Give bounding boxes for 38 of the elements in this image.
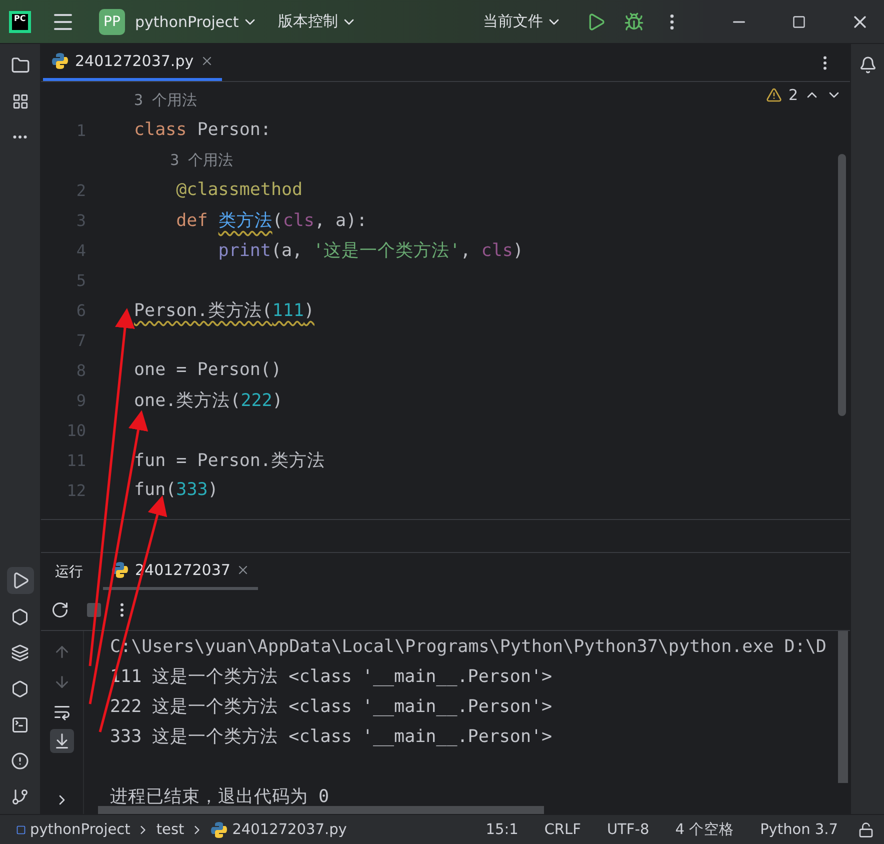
scrollbar[interactable]	[838, 631, 848, 783]
console-line: 222 这是一个类方法 <class '__main__.Person'>	[110, 696, 552, 719]
code-line: one.类方法(222)	[134, 390, 283, 412]
scrollbar[interactable]	[838, 154, 846, 416]
warning-icon[interactable]	[766, 87, 782, 103]
console-line: 333 这是一个类方法 <class '__main__.Person'>	[110, 726, 552, 749]
usages-hint[interactable]: 3 个用法	[134, 90, 198, 110]
python-file-icon	[210, 820, 228, 838]
editor-tab[interactable]: 2401272037.py	[43, 44, 222, 81]
code-line: def 类方法(cls, a):	[175, 210, 368, 232]
usages-hint[interactable]: 3 个用法	[134, 150, 234, 170]
code-line: fun(333)	[134, 480, 218, 500]
python-file-icon	[51, 52, 69, 70]
status-item[interactable]: UTF-8	[596, 822, 660, 838]
scrollbar[interactable]	[98, 806, 544, 814]
python-file-icon	[111, 561, 129, 579]
code-line: one = Person()	[134, 360, 282, 380]
breadcrumb[interactable]: 2401272037.py	[210, 820, 347, 838]
code-line: class Person:	[134, 120, 271, 140]
project-icon	[16, 824, 26, 834]
project-dropdown[interactable]: PP pythonProject	[93, 4, 264, 38]
status-item[interactable]: Python 3.7	[750, 822, 848, 838]
code-line: fun = Person.类方法	[134, 450, 325, 472]
status-item[interactable]: 15:1	[476, 822, 528, 838]
code-line: @classmethod	[175, 180, 303, 200]
status-item[interactable]: CRLF	[534, 822, 591, 838]
vcs-dropdown[interactable]: 版本控制	[272, 8, 363, 35]
warning-count[interactable]: 2	[788, 86, 798, 104]
status-item[interactable]: 4 个空格	[665, 820, 744, 839]
run-config-dropdown[interactable]: 当前文件	[477, 8, 568, 35]
code-line: Person.类方法(111)	[134, 300, 314, 322]
code-line: print(a, '这是一个类方法', cls)	[217, 240, 524, 262]
breadcrumb[interactable]: test	[156, 822, 184, 838]
breadcrumb[interactable]: pythonProject	[16, 822, 130, 838]
console-line: 进程已结束，退出代码为 0	[110, 786, 330, 809]
panel-title: 运行	[55, 562, 83, 582]
scroll-to-end-icon[interactable]	[50, 729, 74, 753]
run-icon[interactable]	[6, 567, 34, 594]
